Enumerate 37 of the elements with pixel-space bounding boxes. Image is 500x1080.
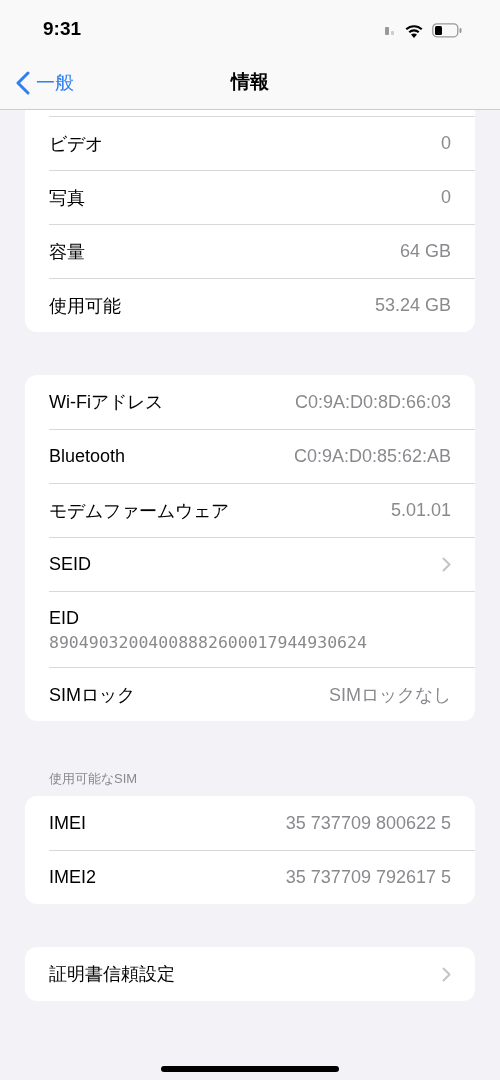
row-label: 使用可能	[49, 294, 121, 318]
wifi-icon	[404, 22, 424, 38]
row-value: 53.24 GB	[374, 295, 451, 316]
row-label: IMEI2	[49, 867, 96, 888]
row-value: 5.01.01	[390, 500, 451, 521]
back-button[interactable]: 一般	[0, 69, 74, 96]
battery-icon	[432, 22, 462, 38]
row-value: 89049032004008882600017944930624	[49, 632, 367, 652]
row-label: 証明書信頼設定	[49, 963, 175, 986]
row-value: SIMロックなし	[329, 683, 451, 707]
row-value: 0	[441, 187, 451, 208]
back-chevron-icon	[16, 70, 30, 95]
nav-title: 情報	[231, 69, 269, 94]
row-label: EID	[49, 607, 79, 629]
row-label: 容量	[49, 240, 85, 264]
row-value: 64 GB	[399, 241, 451, 262]
row-label: SEID	[49, 554, 91, 575]
row-label: SIMロック	[49, 683, 135, 707]
row-label: ビデオ	[49, 132, 103, 156]
settings-row[interactable]: 証明書信頼設定	[49, 947, 475, 1001]
row-label: 写真	[49, 186, 85, 210]
row-label: Wi-Fiアドレス	[49, 391, 163, 414]
status-time: 9:31	[43, 18, 82, 40]
row-label: モデムファームウェア	[49, 499, 229, 523]
chevron-icon	[442, 557, 451, 572]
row-label: IMEI	[49, 812, 86, 834]
row-value: C0:9A:D0:8D:66:03	[294, 391, 451, 413]
row-label: Bluetooth	[49, 446, 126, 467]
section-header: 使用可能なSIM	[48, 770, 139, 788]
row-value: 0	[441, 133, 451, 154]
chevron-icon	[442, 966, 451, 982]
home-indicator[interactable]	[161, 1066, 339, 1072]
signal-icon	[385, 25, 396, 35]
row-value: C0:9A:D0:85:62:AB	[293, 446, 451, 467]
row-value: 35 737709 792617 5	[285, 867, 451, 888]
settings-row[interactable]: SEID	[49, 537, 475, 591]
row-value: 35 737709 800622 5	[285, 812, 451, 834]
